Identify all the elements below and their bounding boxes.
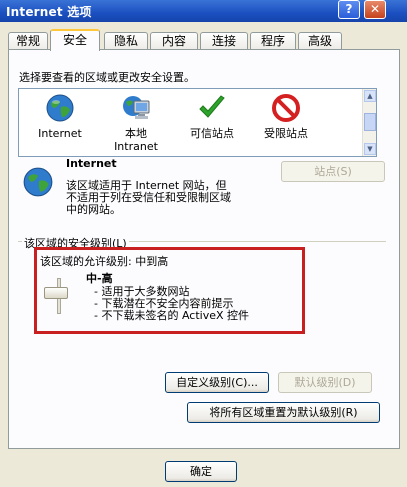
tab-content[interactable]: 内容	[150, 32, 198, 50]
tab-advanced[interactable]: 高级	[298, 32, 342, 50]
zone-intranet-label-line2: Intranet	[114, 140, 158, 153]
description-line: 中的网站。	[66, 203, 121, 216]
zone-internet-label: Internet	[38, 127, 82, 140]
checkmark-icon	[199, 95, 225, 118]
globe-icon	[46, 94, 74, 122]
window-title: Internet 选项	[6, 5, 92, 19]
tab-security[interactable]: 安全	[50, 29, 100, 51]
monitor-icon	[123, 96, 150, 119]
default-level-button[interactable]: 默认级别(D)	[278, 372, 372, 393]
security-level-name: 中-高	[86, 272, 113, 285]
level-point: - 不下载未签名的 ActiveX 控件	[94, 309, 250, 322]
zone-list: Internet 本地 Intranet 可信站点 受限站点 ▲ ▼	[18, 88, 377, 157]
selected-zone-description: 该区域适用于 Internet 网站，但 不适用于列在受信任和受限制区域 中的网…	[66, 180, 231, 216]
allowed-levels-text: 该区域的允许级别: 中到高	[40, 255, 169, 268]
zone-restricted-label: 受限站点	[264, 127, 308, 140]
scroll-up-icon[interactable]: ▲	[364, 90, 376, 102]
sites-button[interactable]: 站点(S)	[281, 161, 385, 182]
title-bar: Internet 选项 ? ✕	[0, 0, 407, 22]
tab-privacy[interactable]: 隐私	[104, 32, 148, 50]
selected-zone-globe-icon	[23, 167, 53, 197]
zone-list-scrollbar[interactable]: ▲ ▼	[362, 89, 376, 156]
zone-intranet-label-line1: 本地	[125, 127, 147, 140]
selected-zone-name: Internet	[66, 157, 117, 170]
ok-button[interactable]: 确定	[165, 461, 237, 482]
zone-intranet-label: 本地 Intranet	[101, 127, 171, 153]
help-button[interactable]: ?	[338, 0, 360, 19]
tab-general[interactable]: 常规	[8, 32, 48, 50]
no-entry-icon	[272, 94, 300, 122]
custom-level-button[interactable]: 自定义级别(C)...	[165, 372, 269, 393]
zone-trusted-label: 可信站点	[190, 127, 234, 140]
tab-connections[interactable]: 连接	[200, 32, 248, 50]
zone-prompt: 选择要查看的区域或更改安全设置。	[19, 71, 195, 84]
reset-all-zones-button[interactable]: 将所有区域重置为默认级别(R)	[187, 402, 380, 423]
close-button[interactable]: ✕	[364, 0, 386, 19]
scroll-thumb[interactable]	[364, 113, 376, 131]
scroll-down-icon[interactable]: ▼	[364, 143, 376, 155]
security-level-details: - 适用于大多数网站 - 下载潜在不安全内容前提示 - 不下载未签名的 Acti…	[94, 286, 249, 322]
tab-programs[interactable]: 程序	[250, 32, 296, 50]
security-level-slider-thumb[interactable]	[44, 287, 68, 299]
